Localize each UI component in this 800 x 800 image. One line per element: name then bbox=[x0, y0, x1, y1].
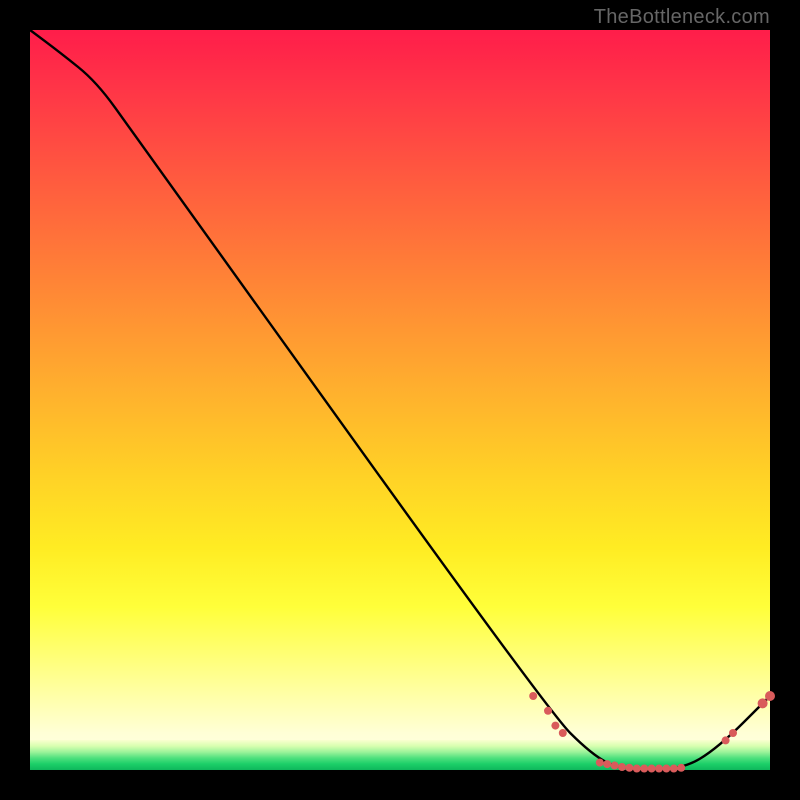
chart-svg bbox=[30, 30, 770, 770]
curve-marker bbox=[655, 765, 663, 773]
chart-stage: TheBottleneck.com bbox=[0, 0, 800, 800]
curve-marker bbox=[625, 764, 633, 772]
curve-marker bbox=[611, 762, 619, 770]
curve-marker bbox=[551, 722, 559, 730]
curve-marker bbox=[765, 691, 775, 701]
bottleneck-curve bbox=[30, 30, 770, 770]
chart-plot-area bbox=[30, 30, 770, 770]
curve-marker bbox=[544, 707, 552, 715]
curve-marker bbox=[640, 765, 648, 773]
curve-marker bbox=[633, 765, 641, 773]
curve-marker bbox=[603, 760, 611, 768]
curve-marker bbox=[677, 764, 685, 772]
curve-marker bbox=[662, 765, 670, 773]
curve-marker bbox=[670, 765, 678, 773]
curve-marker bbox=[729, 729, 737, 737]
curve-marker bbox=[618, 763, 626, 771]
curve-marker bbox=[648, 765, 656, 773]
curve-marker bbox=[722, 736, 730, 744]
curve-marker bbox=[529, 692, 537, 700]
curve-marker bbox=[596, 759, 604, 767]
watermark-text: TheBottleneck.com bbox=[594, 6, 770, 29]
curve-marker bbox=[758, 698, 768, 708]
curve-marker bbox=[559, 729, 567, 737]
curve-markers bbox=[529, 691, 775, 773]
